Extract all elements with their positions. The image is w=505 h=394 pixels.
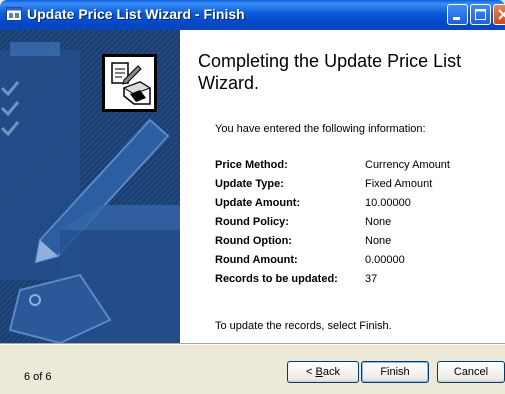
footer-separator [0, 343, 505, 345]
window-title: Update Price List Wizard - Finish [27, 6, 245, 22]
summary-value: None [365, 235, 392, 247]
finish-instruction: To update the records, select Finish. [215, 320, 392, 332]
back-button-accelerator: B [315, 366, 323, 378]
wizard-window: Update Price List Wizard - Finish Comple… [0, 0, 505, 394]
summary-value: None [365, 216, 392, 228]
close-button[interactable] [493, 4, 505, 25]
summary-label: Round Amount: [215, 254, 298, 266]
summary-label: Records to be updated: [215, 273, 338, 285]
page-title: Completing the Update Price List Wizard. [198, 51, 462, 93]
close-icon [498, 9, 505, 20]
step-indicator: 6 of 6 [24, 371, 52, 383]
back-button-prefix: < [306, 366, 316, 378]
finish-button[interactable]: Finish [361, 361, 429, 383]
maximize-icon [475, 9, 486, 20]
maximize-button[interactable] [470, 4, 491, 25]
summary-label: Round Option: [215, 235, 292, 247]
summary-value: 37 [365, 273, 378, 285]
minimize-button[interactable] [447, 4, 468, 25]
wizard-side-art [0, 30, 180, 343]
summary-value: Fixed Amount [365, 178, 433, 190]
title-bar[interactable]: Update Price List Wizard - Finish [0, 0, 505, 30]
wizard-content: Completing the Update Price List Wizard.… [180, 30, 505, 343]
minimize-icon [453, 17, 460, 20]
summary-value: 10.00000 [365, 197, 411, 209]
summary-value: Currency Amount [365, 159, 450, 171]
window-icon [6, 7, 22, 21]
back-button[interactable]: < Back [287, 361, 359, 383]
summary-label: Price Method: [215, 159, 288, 171]
summary-label: Round Policy: [215, 216, 289, 228]
summary-value: 0.00000 [365, 254, 405, 266]
summary-label: Update Amount: [215, 197, 301, 209]
cancel-button[interactable]: Cancel [437, 361, 505, 383]
intro-text: You have entered the following informati… [215, 123, 426, 135]
summary-label: Update Type: [215, 178, 284, 190]
back-button-label: ack [322, 366, 340, 378]
